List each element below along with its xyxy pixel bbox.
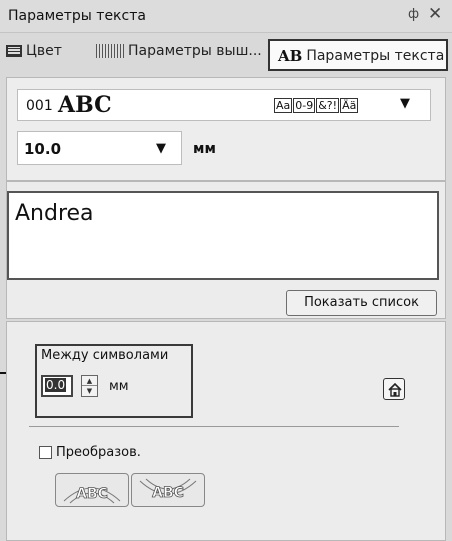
panel-title: Параметры текста xyxy=(8,8,146,24)
font-sample: ABC xyxy=(58,92,112,118)
checkbox-box[interactable] xyxy=(39,446,52,459)
char-spacing-group: Между символами 0.0 ▲ ▼ мм xyxy=(35,344,193,418)
transform-checkbox[interactable]: Преобразов. xyxy=(39,445,141,460)
tab-embroidery-label: Параметры выш... xyxy=(128,43,262,59)
stitch-icon xyxy=(96,44,124,58)
tab-text-label: Параметры текста xyxy=(306,48,445,64)
panel-titlebar: Параметры текста ф ✕ xyxy=(0,0,452,33)
stepper-up-icon[interactable]: ▲ xyxy=(82,376,97,386)
arc-down-button[interactable]: ABC xyxy=(131,473,205,507)
show-list-button[interactable]: Показать список xyxy=(286,290,437,316)
tab-embroidery-params[interactable]: Параметры выш... xyxy=(96,43,262,67)
tab-strip: Цвет Параметры выш... AB Параметры текста xyxy=(0,33,452,77)
arc-down-icon: ABC xyxy=(139,478,197,501)
char-spacing-label: Между символами xyxy=(41,348,169,363)
home-icon xyxy=(388,382,402,397)
close-icon[interactable]: ✕ xyxy=(428,4,442,24)
charset-digits: 0-9 xyxy=(293,98,316,113)
transform-label: Преобразов. xyxy=(56,445,141,460)
tab-color[interactable]: Цвет xyxy=(6,43,62,67)
arc-up-button[interactable]: ABC xyxy=(55,473,129,507)
size-dropdown[interactable]: 10.0 ▼ xyxy=(17,131,182,165)
size-unit: мм xyxy=(193,141,216,157)
chevron-down-icon[interactable]: ▼ xyxy=(400,96,410,111)
arc-down-text: ABC xyxy=(152,485,184,501)
stepper-down-icon[interactable]: ▼ xyxy=(82,386,97,396)
font-section: 001 ABC Aa 0-9 &?! Ää ▼ 10.0 ▼ мм xyxy=(6,77,446,181)
font-number: 001 xyxy=(26,98,53,114)
char-spacing-stepper[interactable]: ▲ ▼ xyxy=(81,375,98,397)
divider xyxy=(29,426,399,427)
arc-up-text: ABC xyxy=(76,486,108,502)
text-entry-section: Andrea Показать список xyxy=(6,181,446,319)
ab-icon: AB xyxy=(278,47,303,65)
chevron-down-icon[interactable]: ▼ xyxy=(156,141,166,156)
arc-up-icon: ABC xyxy=(63,486,121,504)
charset-umlauts: Ää xyxy=(340,98,359,113)
size-value: 10.0 xyxy=(24,140,62,158)
char-spacing-value: 0.0 xyxy=(45,378,67,392)
char-spacing-unit: мм xyxy=(109,379,129,394)
tab-text-params[interactable]: AB Параметры текста xyxy=(268,39,448,71)
spacing-section: Между символами 0.0 ▲ ▼ мм Преобразов. A… xyxy=(6,321,446,541)
char-spacing-input[interactable]: 0.0 xyxy=(41,375,73,397)
monitor-icon xyxy=(6,45,22,57)
pin-icon[interactable]: ф xyxy=(408,7,419,22)
charset-indicator: Aa 0-9 &?! Ää xyxy=(274,98,359,113)
charset-symbols: &?! xyxy=(316,98,340,113)
font-dropdown[interactable]: 001 ABC Aa 0-9 &?! Ää ▼ xyxy=(17,89,431,121)
charset-letters: Aa xyxy=(274,98,293,113)
text-parameters-panel: Параметры текста ф ✕ Цвет Параметры выш.… xyxy=(0,0,452,541)
reset-button[interactable] xyxy=(383,378,405,400)
tab-color-label: Цвет xyxy=(26,43,62,59)
text-input[interactable]: Andrea xyxy=(7,191,439,280)
